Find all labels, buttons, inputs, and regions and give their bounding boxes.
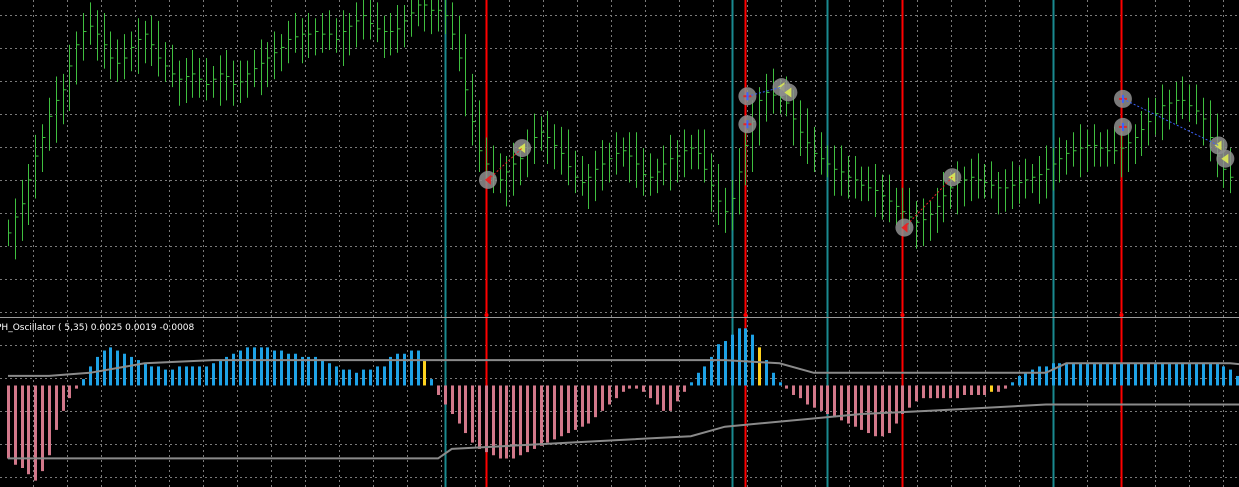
- separator-tick: [900, 313, 905, 317]
- trading-chart[interactable]: PH_Oscillator ( 5,35) 0.0025 0.0019 -0.0…: [0, 0, 1239, 487]
- chart-root: PH_Oscillator ( 5,35) 0.0025 0.0019 -0.0…: [0, 0, 1239, 487]
- separator-tick: [743, 313, 748, 317]
- separator-tick: [484, 313, 489, 317]
- oscillator-label: PH_Oscillator ( 5,35) 0.0025 0.0019 -0.0…: [0, 323, 195, 333]
- separator-tick: [1119, 313, 1124, 317]
